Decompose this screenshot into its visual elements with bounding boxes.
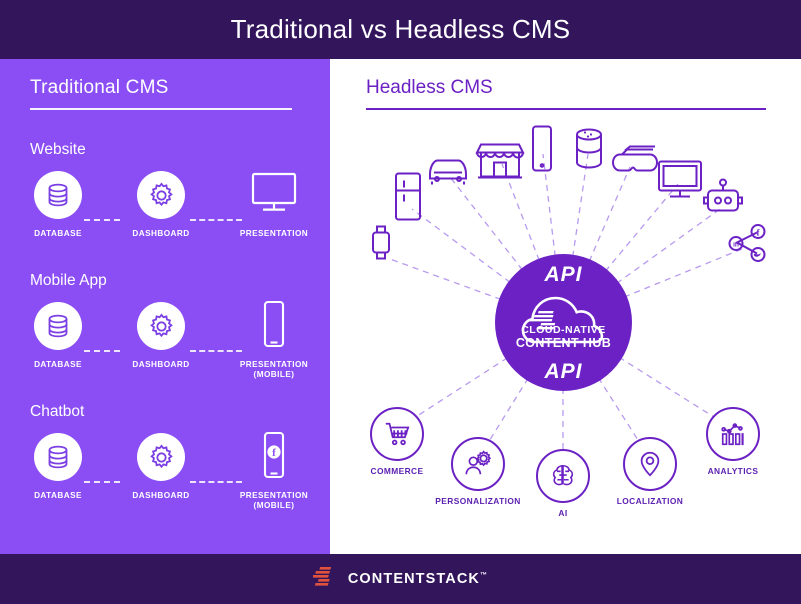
vr-headset-icon [609,143,661,184]
service-label: LOCALIZATION [616,496,684,506]
api-content-hub: API CLOUD-NATIVE CONTENT HUB API [495,254,632,391]
flow-node-database: DATABASE [8,167,108,239]
service-label: AI [558,508,568,518]
svg-text:in: in [733,242,739,249]
smartphone-facebook-icon: f [261,431,287,484]
bar-chart-icon [706,407,760,461]
svg-text:f: f [272,447,276,459]
page-title: Traditional vs Headless CMS [230,14,571,44]
service-label: COMMERCE [370,466,424,476]
flow-row: DATABASE DASHBOARD [0,167,330,253]
flow-node-presentation: PRESENTATION (MOBILE) [224,298,324,381]
smartwatch-icon [368,223,394,268]
flow-node-caption: DASHBOARD [132,491,190,500]
gear-icon [137,433,185,481]
social-network-icon: f in [726,223,768,270]
flow-node-dashboard: DASHBOARD [111,167,211,239]
flow-node-dashboard: DASHBOARD [111,298,211,370]
brand-text: CONTENTSTACK [347,571,481,587]
flow-node-caption: DATABASE [34,491,82,500]
contentstack-logo-icon [311,564,339,595]
smartphone-icon [261,300,287,353]
cloud-native-label: CLOUD-NATIVE [521,324,606,336]
flow-node-caption: DASHBOARD [132,229,190,238]
gear-icon [137,302,185,350]
television-icon [655,159,705,206]
car-icon [425,153,471,192]
service-ai: AI [516,449,610,518]
service-localization: LOCALIZATION [603,437,697,506]
flow-node-caption: DATABASE [34,360,82,369]
refrigerator-icon [392,171,424,228]
flow-node-caption: PRESENTATION (MOBILE) [239,491,309,511]
content-hub-label: CONTENT HUB [515,336,612,350]
flow-group-label: Mobile App [30,272,107,289]
smartphone-icon [529,125,555,178]
smart-speaker-icon [572,126,606,177]
store-icon [474,133,526,186]
flow-node-caption: PRESENTATION (MOBILE) [239,360,309,380]
traditional-panel-heading: Traditional CMS [30,77,292,110]
service-label: ANALYTICS [707,466,759,476]
service-commerce: COMMERCE [350,407,444,476]
traditional-cms-panel: Traditional CMS Website DATABASE DASHBOA… [0,59,330,554]
flow-node-caption: DATABASE [34,229,82,238]
flow-node-caption: PRESENTATION [239,229,309,238]
brain-circuit-icon [536,449,590,503]
service-label: PERSONALIZATION [435,496,521,506]
flow-group-label: Chatbot [30,403,85,420]
page-header: Traditional vs Headless CMS [0,0,801,59]
svg-text:f: f [757,228,761,238]
flow-node-database: DATABASE [8,298,108,370]
gear-icon [137,171,185,219]
flow-group-label: Website [30,141,86,158]
traditional-title-rule [30,108,292,110]
traditional-panel-title: Traditional CMS [30,77,169,98]
database-icon [34,302,82,350]
page-footer: CONTENTSTACK™ [0,554,801,604]
shopping-cart-icon [370,407,424,461]
service-analytics: ANALYTICS [686,407,780,476]
database-icon [34,433,82,481]
flow-node-database: DATABASE [8,429,108,501]
service-personalization: PERSONALIZATION [431,437,525,506]
flow-node-dashboard: DASHBOARD [111,429,211,501]
map-pin-icon [623,437,677,491]
brand-name: CONTENTSTACK™ [348,571,488,587]
database-icon [34,171,82,219]
flow-node-presentation: f PRESENTATION (MOBILE) [224,429,324,512]
infographic-page: Traditional vs Headless CMS Traditional … [0,0,801,604]
trademark-symbol: ™ [480,572,489,580]
flow-row: DATABASE DASHBOARD [0,429,330,515]
flow-node-caption: DASHBOARD [132,360,190,369]
flow-row: DATABASE DASHBOARD [0,298,330,384]
headless-cms-panel: Headless CMS f in API CLOUD-NATIVE CONTE… [330,59,801,554]
monitor-icon [248,171,300,220]
flow-node-presentation: PRESENTATION [224,167,324,239]
api-label-bottom: API [544,360,583,383]
person-gear-icon [451,437,505,491]
robot-icon [700,177,746,224]
